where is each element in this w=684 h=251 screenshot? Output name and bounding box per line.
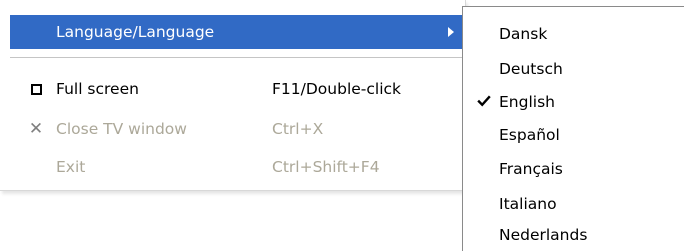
menu-item-label: Language/Language	[56, 23, 215, 41]
submenu-item-label: Nederlands	[499, 226, 588, 244]
menu-item-close-tv-window[interactable]: ✕ Close TV window Ctrl+X	[10, 112, 462, 146]
menu-item-shortcut: Ctrl+X	[272, 120, 324, 138]
menu-item-language[interactable]: Language/Language	[10, 15, 462, 49]
submenu-item-espanol[interactable]: Español	[463, 118, 683, 152]
submenu-item-english[interactable]: English	[463, 85, 683, 119]
submenu-item-dansk[interactable]: Dansk	[463, 17, 683, 51]
submenu-arrow-icon	[448, 27, 454, 37]
menu-item-label: Close TV window	[56, 120, 187, 138]
close-x-icon: ✕	[28, 119, 44, 139]
submenu-item-deutsch[interactable]: Deutsch	[463, 52, 683, 86]
submenu-item-label: English	[499, 93, 555, 111]
menu-item-full-screen[interactable]: Full screen F11/Double-click	[10, 72, 462, 106]
menu-item-shortcut: Ctrl+Shift+F4	[272, 158, 380, 176]
submenu-item-label: Deutsch	[499, 60, 563, 78]
submenu-item-italiano[interactable]: Italiano	[463, 187, 683, 221]
checkbox-unchecked-icon	[28, 81, 44, 97]
submenu-item-nederlands[interactable]: Nederlands	[463, 218, 683, 251]
submenu-item-francais[interactable]: Français	[463, 152, 683, 186]
submenu-item-label: Español	[499, 126, 560, 144]
context-menu: Language/Language Full screen F11/Double…	[0, 0, 466, 191]
submenu-item-label: Français	[499, 160, 563, 178]
submenu-item-label: Italiano	[499, 195, 557, 213]
checkmark-icon	[477, 95, 491, 107]
language-submenu: Dansk Deutsch English Español Français I…	[462, 6, 684, 251]
menu-item-exit[interactable]: Exit Ctrl+Shift+F4	[10, 150, 462, 184]
menu-separator	[10, 57, 462, 58]
submenu-item-label: Dansk	[499, 25, 548, 43]
menu-item-label: Full screen	[56, 80, 139, 98]
menu-item-shortcut: F11/Double-click	[272, 80, 402, 98]
screen: Language/Language Full screen F11/Double…	[0, 0, 684, 251]
menu-item-label: Exit	[56, 158, 86, 176]
